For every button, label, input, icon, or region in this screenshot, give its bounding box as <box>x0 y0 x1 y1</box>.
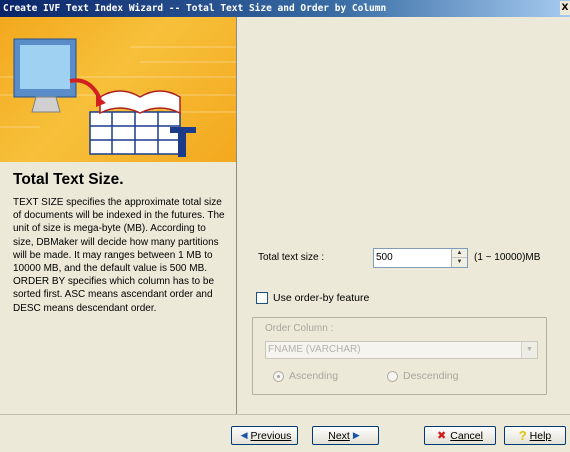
next-button-label: Next <box>328 429 350 442</box>
arrow-left-icon: ◀ <box>240 430 248 440</box>
descending-radio-row[interactable]: Descending <box>387 370 458 382</box>
cancel-button-label: Cancel <box>450 429 483 442</box>
help-button-label: Help <box>529 429 552 442</box>
text-size-value[interactable]: 500 <box>376 252 393 263</box>
descending-radio[interactable] <box>387 370 398 382</box>
wizard-banner-image <box>0 17 236 162</box>
arrow-right-icon: ▶ <box>352 430 360 440</box>
text-size-label: Total text size : <box>258 252 325 263</box>
help-panel: Total Text Size. TEXT SIZE specifies the… <box>0 17 236 414</box>
help-button[interactable]: ? Help <box>504 426 566 445</box>
chevron-down-icon[interactable]: ▼ <box>521 342 537 358</box>
spin-down-icon[interactable]: ▼ <box>452 258 467 267</box>
order-column-label: Order Column : <box>265 323 334 334</box>
order-column-select[interactable]: FNAME (VARCHAR) ▼ <box>265 341 538 359</box>
text-size-range: (1 ~ 10000)MB <box>474 252 541 263</box>
previous-button[interactable]: ◀ Previous <box>231 426 298 445</box>
order-column-value: FNAME (VARCHAR) <box>268 344 361 355</box>
next-button[interactable]: Next ▶ <box>312 426 379 445</box>
help-description: TEXT SIZE specifies the approximate tota… <box>13 197 225 314</box>
ascending-radio-row[interactable]: Ascending <box>273 370 338 382</box>
spin-up-icon[interactable]: ▲ <box>452 249 467 258</box>
question-mark-icon: ? <box>518 428 527 443</box>
help-title: Total Text Size. <box>13 171 124 188</box>
title-bar: Create IVF Text Index Wizard -- Total Te… <box>0 0 570 17</box>
use-orderby-checkbox[interactable] <box>256 292 268 304</box>
order-column-group: Order Column : FNAME (VARCHAR) ▼ Ascendi… <box>252 317 547 395</box>
ascending-radio[interactable] <box>273 370 284 382</box>
use-orderby-checkbox-row[interactable]: Use order-by feature <box>256 292 369 304</box>
text-size-spinner[interactable]: 500 ▲ ▼ <box>373 248 468 268</box>
wizard-illustration-icon <box>0 38 236 157</box>
ascending-label[interactable]: Ascending <box>289 370 338 382</box>
descending-label[interactable]: Descending <box>403 370 458 382</box>
use-orderby-label[interactable]: Use order-by feature <box>273 292 369 304</box>
panel-divider <box>236 17 237 414</box>
window-title: Create IVF Text Index Wizard -- Total Te… <box>3 3 387 14</box>
cancel-button[interactable]: ✖ Cancel <box>424 426 496 445</box>
spinner-buttons: ▲ ▼ <box>451 249 467 267</box>
close-icon[interactable]: X <box>560 1 570 15</box>
cancel-x-icon: ✖ <box>437 430 447 442</box>
previous-button-label: Previous <box>250 429 292 442</box>
